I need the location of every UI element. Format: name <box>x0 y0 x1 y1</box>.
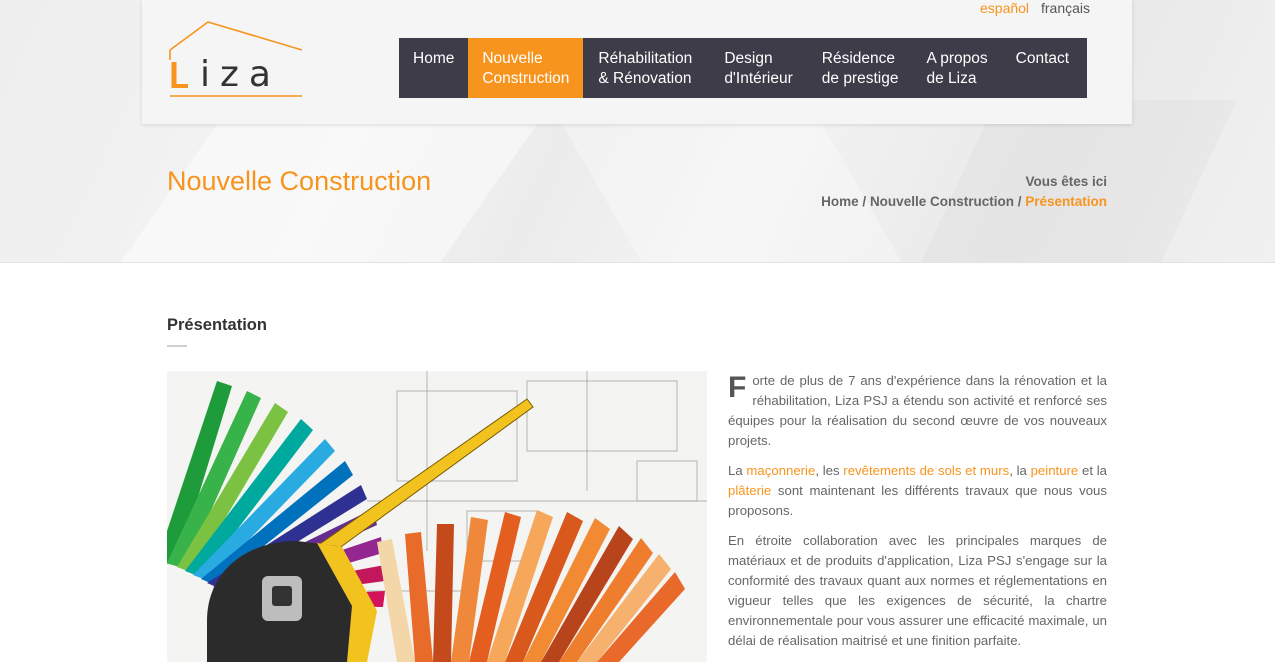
nav-nouvelle-construction[interactable]: Nouvelle Construction <box>468 38 584 98</box>
nav-design-interieur[interactable]: Design d'Intérieur <box>710 38 806 98</box>
link-maconnerie[interactable]: maçonnerie <box>746 463 815 478</box>
link-peinture[interactable]: peinture <box>1031 463 1079 478</box>
nav-a-propos[interactable]: A propos de Liza <box>912 38 1001 98</box>
page-title: Nouvelle Construction <box>167 166 432 196</box>
nav-rehabilitation-renovation[interactable]: Réhabilitation & Rénovation <box>583 38 710 98</box>
lang-francais-link[interactable]: français <box>1041 0 1090 16</box>
presentation-image <box>167 371 707 662</box>
breadcrumb-separator: / <box>1013 194 1026 209</box>
section-divider <box>167 345 187 347</box>
paragraph-intro-text: orte de plus de 7 ans d'expérience dans … <box>728 373 1107 448</box>
paragraph-collaboration: En étroite collaboration avec les princi… <box>728 533 1107 648</box>
nav-home[interactable]: Home <box>399 38 468 98</box>
paragraph-intro: Forte de plus de 7 ans d'expérience dans… <box>728 371 1107 451</box>
breadcrumb: Home / Nouvelle Construction / Présentat… <box>821 194 1107 209</box>
nav-residence-prestige[interactable]: Résidence de prestige <box>807 38 913 98</box>
breadcrumb-home[interactable]: Home <box>821 194 859 209</box>
link-revetements[interactable]: revêtements de sols et murs <box>843 463 1009 478</box>
main-nav: Home Nouvelle Construction Réhabilitatio… <box>399 38 1087 98</box>
presentation-text: Forte de plus de 7 ans d'expérience dans… <box>728 371 1107 661</box>
text-run: sont maintenant les différents travaux q… <box>728 483 1107 518</box>
liza-logo[interactable]: iza <box>166 20 306 100</box>
logo-text: iza <box>200 54 281 95</box>
lang-espanol-link[interactable]: español <box>980 0 1029 16</box>
site-header: iza español français Home Nouvelle Const… <box>142 0 1132 124</box>
breadcrumb-separator: / <box>858 194 870 209</box>
color-swatch-tape-measure-image <box>167 371 707 662</box>
dropcap: F <box>728 371 747 404</box>
text-run: , les <box>815 463 844 478</box>
section-title: Présentation <box>167 316 267 334</box>
link-platerie[interactable]: plâterie <box>728 483 771 498</box>
paragraph-services: La maçonnerie, les revêtements de sols e… <box>728 461 1107 521</box>
breadcrumb-current: Présentation <box>1025 194 1107 209</box>
text-run: La <box>728 463 747 478</box>
text-run: et la <box>1078 463 1107 478</box>
text-run: , la <box>1009 463 1031 478</box>
you-are-here-label: Vous êtes ici <box>1025 174 1107 189</box>
breadcrumb-parent[interactable]: Nouvelle Construction <box>870 194 1014 209</box>
nav-contact[interactable]: Contact <box>1002 38 1083 98</box>
